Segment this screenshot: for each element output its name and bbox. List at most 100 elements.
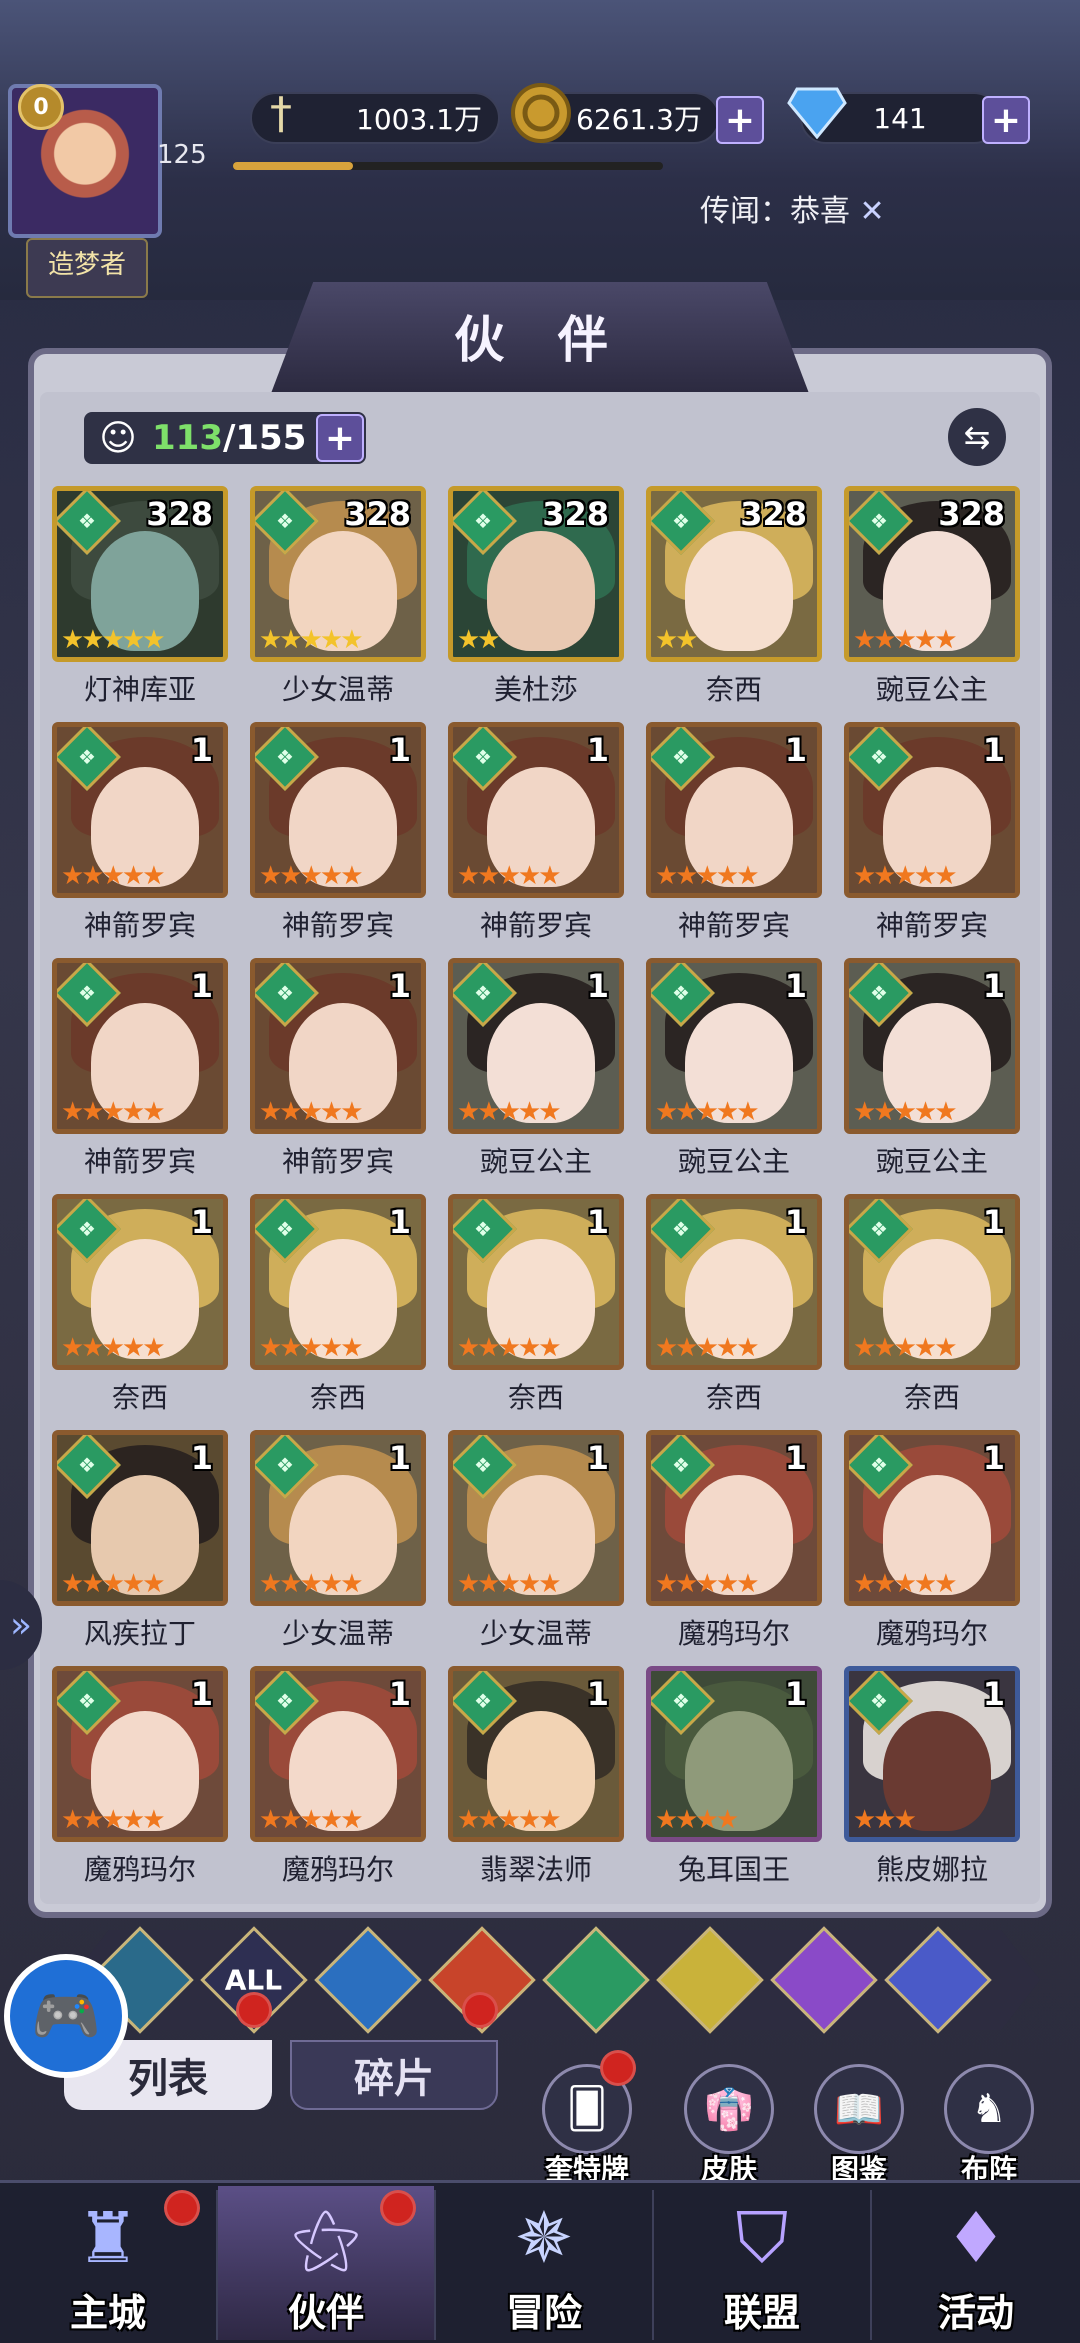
hero-card[interactable]: ❖ 1 ★★★★★ 神箭罗宾 [52,722,228,944]
hero-face [685,531,793,651]
hero-level: 328 [146,495,213,533]
hero-portrait: ❖ 328 ★★★★★ [844,486,1020,662]
skins-button[interactable]: 👘 皮肤 [674,2064,784,2186]
hero-card[interactable]: ❖ 328 ★★★★★ 少女温蒂 [250,486,426,708]
hero-card[interactable]: ❖ 1 ★★★★★ 奈西 [250,1194,426,1416]
hero-card[interactable]: ❖ 1 ★★★★★ 翡翠法师 [448,1666,624,1888]
hero-card[interactable]: ❖ 1 ★★★★★ 神箭罗宾 [844,722,1020,944]
diamond-value: 141 [873,101,927,135]
hero-name: 灯神库亚 [83,673,196,706]
hero-card[interactable]: ❖ 328 ★★★★★ 豌豆公主 [844,486,1020,708]
hero-name: 翡翠法师 [479,1853,592,1886]
hero-card[interactable]: ❖ 328 ★★ 奈西 [646,486,822,708]
hero-card[interactable]: ❖ 1 ★★★★★ 奈西 [52,1194,228,1416]
hero-portrait: ❖ 1 ★★★★★ [250,1430,426,1606]
add-diamond-button[interactable]: + [982,96,1030,144]
nav-events[interactable]: ♦ 活动 [872,2186,1080,2340]
hero-portrait: ❖ 1 ★★★★★ [250,722,426,898]
hero-portrait: ❖ 1 ★★★★★ [52,1194,228,1370]
outfit-icon: 👘 [684,2064,774,2154]
hero-name: 奈西 [309,1381,366,1414]
add-gold-button[interactable]: + [716,96,764,144]
hero-stars: ★★★★★ [259,1333,364,1363]
hero-card[interactable]: ❖ 1 ★★★★★ 豌豆公主 [448,958,624,1180]
hero-card[interactable]: ❖ 1 ★★★★★ 奈西 [844,1194,1020,1416]
hero-portrait: ❖ 1 ★★★★★ [52,1430,228,1606]
hero-portrait: ❖ 1 ★★★★★ [448,1666,624,1842]
hero-card[interactable]: ❖ 1 ★★★★★ 神箭罗宾 [250,722,426,944]
hero-card[interactable]: ❖ 1 ★★★★★ 豌豆公主 [646,958,822,1180]
hero-stars: ★★★★★ [457,861,562,891]
nav-alliance-label: 联盟 [723,2290,800,2335]
hero-card[interactable]: ❖ 1 ★★★★★ 魔鸦玛尔 [646,1430,822,1652]
nav-adventure-label: 冒险 [505,2290,582,2335]
hero-card[interactable]: ❖ 1 ★★★★★ 少女温蒂 [250,1430,426,1652]
hero-stars: ★★★★★ [457,1805,562,1835]
hero-card[interactable]: ❖ 1 ★★★★★ 少女温蒂 [448,1430,624,1652]
book-icon: 📖 [814,2064,904,2154]
expand-roster-button[interactable]: + [316,414,364,462]
hero-name: 奈西 [705,1381,762,1414]
hero-card[interactable]: ❖ 328 ★★ 美杜莎 [448,486,624,708]
hero-portrait: ❖ 1 ★★★★★ [646,722,822,898]
hero-stars: ★★★★★ [61,861,166,891]
hero-portrait: ❖ 1 ★★★★ [646,1666,822,1842]
hero-stars: ★★★ [853,1805,917,1835]
hero-card[interactable]: ❖ 1 ★★★★★ 魔鸦玛尔 [52,1666,228,1888]
notification-dot [380,2190,416,2226]
hero-card[interactable]: ❖ 1 ★★★★★ 魔鸦玛尔 [250,1666,426,1888]
hero-name: 熊皮娜拉 [875,1853,988,1886]
rumor-banner[interactable]: 传闻：恭喜 ✕ [700,186,885,230]
compass-icon: ✵ [514,2197,574,2279]
hero-portrait: ❖ 1 ★★★★★ [844,1194,1020,1370]
hero-stars: ★★★★★ [655,1333,760,1363]
hero-card[interactable]: ❖ 328 ★★★★★ 灯神库亚 [52,486,228,708]
hero-stars: ★★★★★ [61,1805,166,1835]
hero-name: 豌豆公主 [875,1145,988,1178]
hero-card[interactable]: ❖ 1 ★★★★ 兔耳国王 [646,1666,822,1888]
hero-name: 神箭罗宾 [281,1145,394,1178]
nav-adventure[interactable]: ✵ 冒险 [436,2186,652,2340]
hero-stars: ★★★★★ [655,1569,760,1599]
gamepad-icon[interactable]: 🎮 [4,1954,128,2078]
hero-card[interactable]: ❖ 1 ★★★★★ 魔鸦玛尔 [844,1430,1020,1652]
hero-level: 1 [190,1675,213,1713]
hero-card[interactable]: ❖ 1 ★★★★★ 风疾拉丁 [52,1430,228,1652]
hero-card[interactable]: ❖ 1 ★★★★★ 奈西 [646,1194,822,1416]
hero-portrait: ❖ 1 ★★★★★ [52,1666,228,1842]
hero-name: 奈西 [705,673,762,706]
cards-icon: ♦ [944,2197,1008,2279]
player-level: 125 [157,140,207,170]
hero-level: 1 [388,1203,411,1241]
hero-card[interactable]: ❖ 1 ★★★★★ 神箭罗宾 [448,722,624,944]
gold-value: 6261.3万 [576,103,702,136]
hero-card[interactable]: ❖ 1 ★★★ 熊皮娜拉 [844,1666,1020,1888]
formation-button[interactable]: ♞ 布阵 [934,2064,1044,2186]
hero-name: 少女温蒂 [281,1617,394,1650]
player-title-badge[interactable]: 造梦者 [26,238,148,298]
close-icon[interactable]: ✕ [860,194,885,229]
hero-card[interactable]: ❖ 1 ★★★★★ 豌豆公主 [844,958,1020,1180]
tab-shards[interactable]: 碎片 [290,2040,498,2110]
hero-stars: ★★★★ [655,1805,739,1835]
hero-stars: ★★★★★ [259,1805,364,1835]
hero-level: 1 [190,1203,213,1241]
hero-stars: ★★★★★ [457,1333,562,1363]
sort-toggle-button[interactable]: ⇆ [948,408,1006,466]
hero-name: 豌豆公主 [677,1145,790,1178]
hero-card[interactable]: ❖ 1 ★★★★★ 神箭罗宾 [250,958,426,1180]
notification-dot [600,2050,636,2086]
hero-card[interactable]: ❖ 1 ★★★★★ 神箭罗宾 [646,722,822,944]
hero-level: 1 [784,1203,807,1241]
nav-alliance[interactable]: ⛉ 联盟 [654,2186,870,2340]
tab-list-label: 列表 [128,2055,208,2102]
hero-level: 1 [982,967,1005,1005]
hero-stars: ★★★★★ [457,1569,562,1599]
hero-stars: ★★ [457,625,501,655]
hero-card[interactable]: ❖ 1 ★★★★★ 奈西 [448,1194,624,1416]
hero-card[interactable]: ❖ 1 ★★★★★ 神箭罗宾 [52,958,228,1180]
roster-max: /155 [222,418,307,458]
hero-stars: ★★★★★ [259,625,364,655]
hero-name: 豌豆公主 [479,1145,592,1178]
codex-button[interactable]: 📖 图鉴 [804,2064,914,2186]
